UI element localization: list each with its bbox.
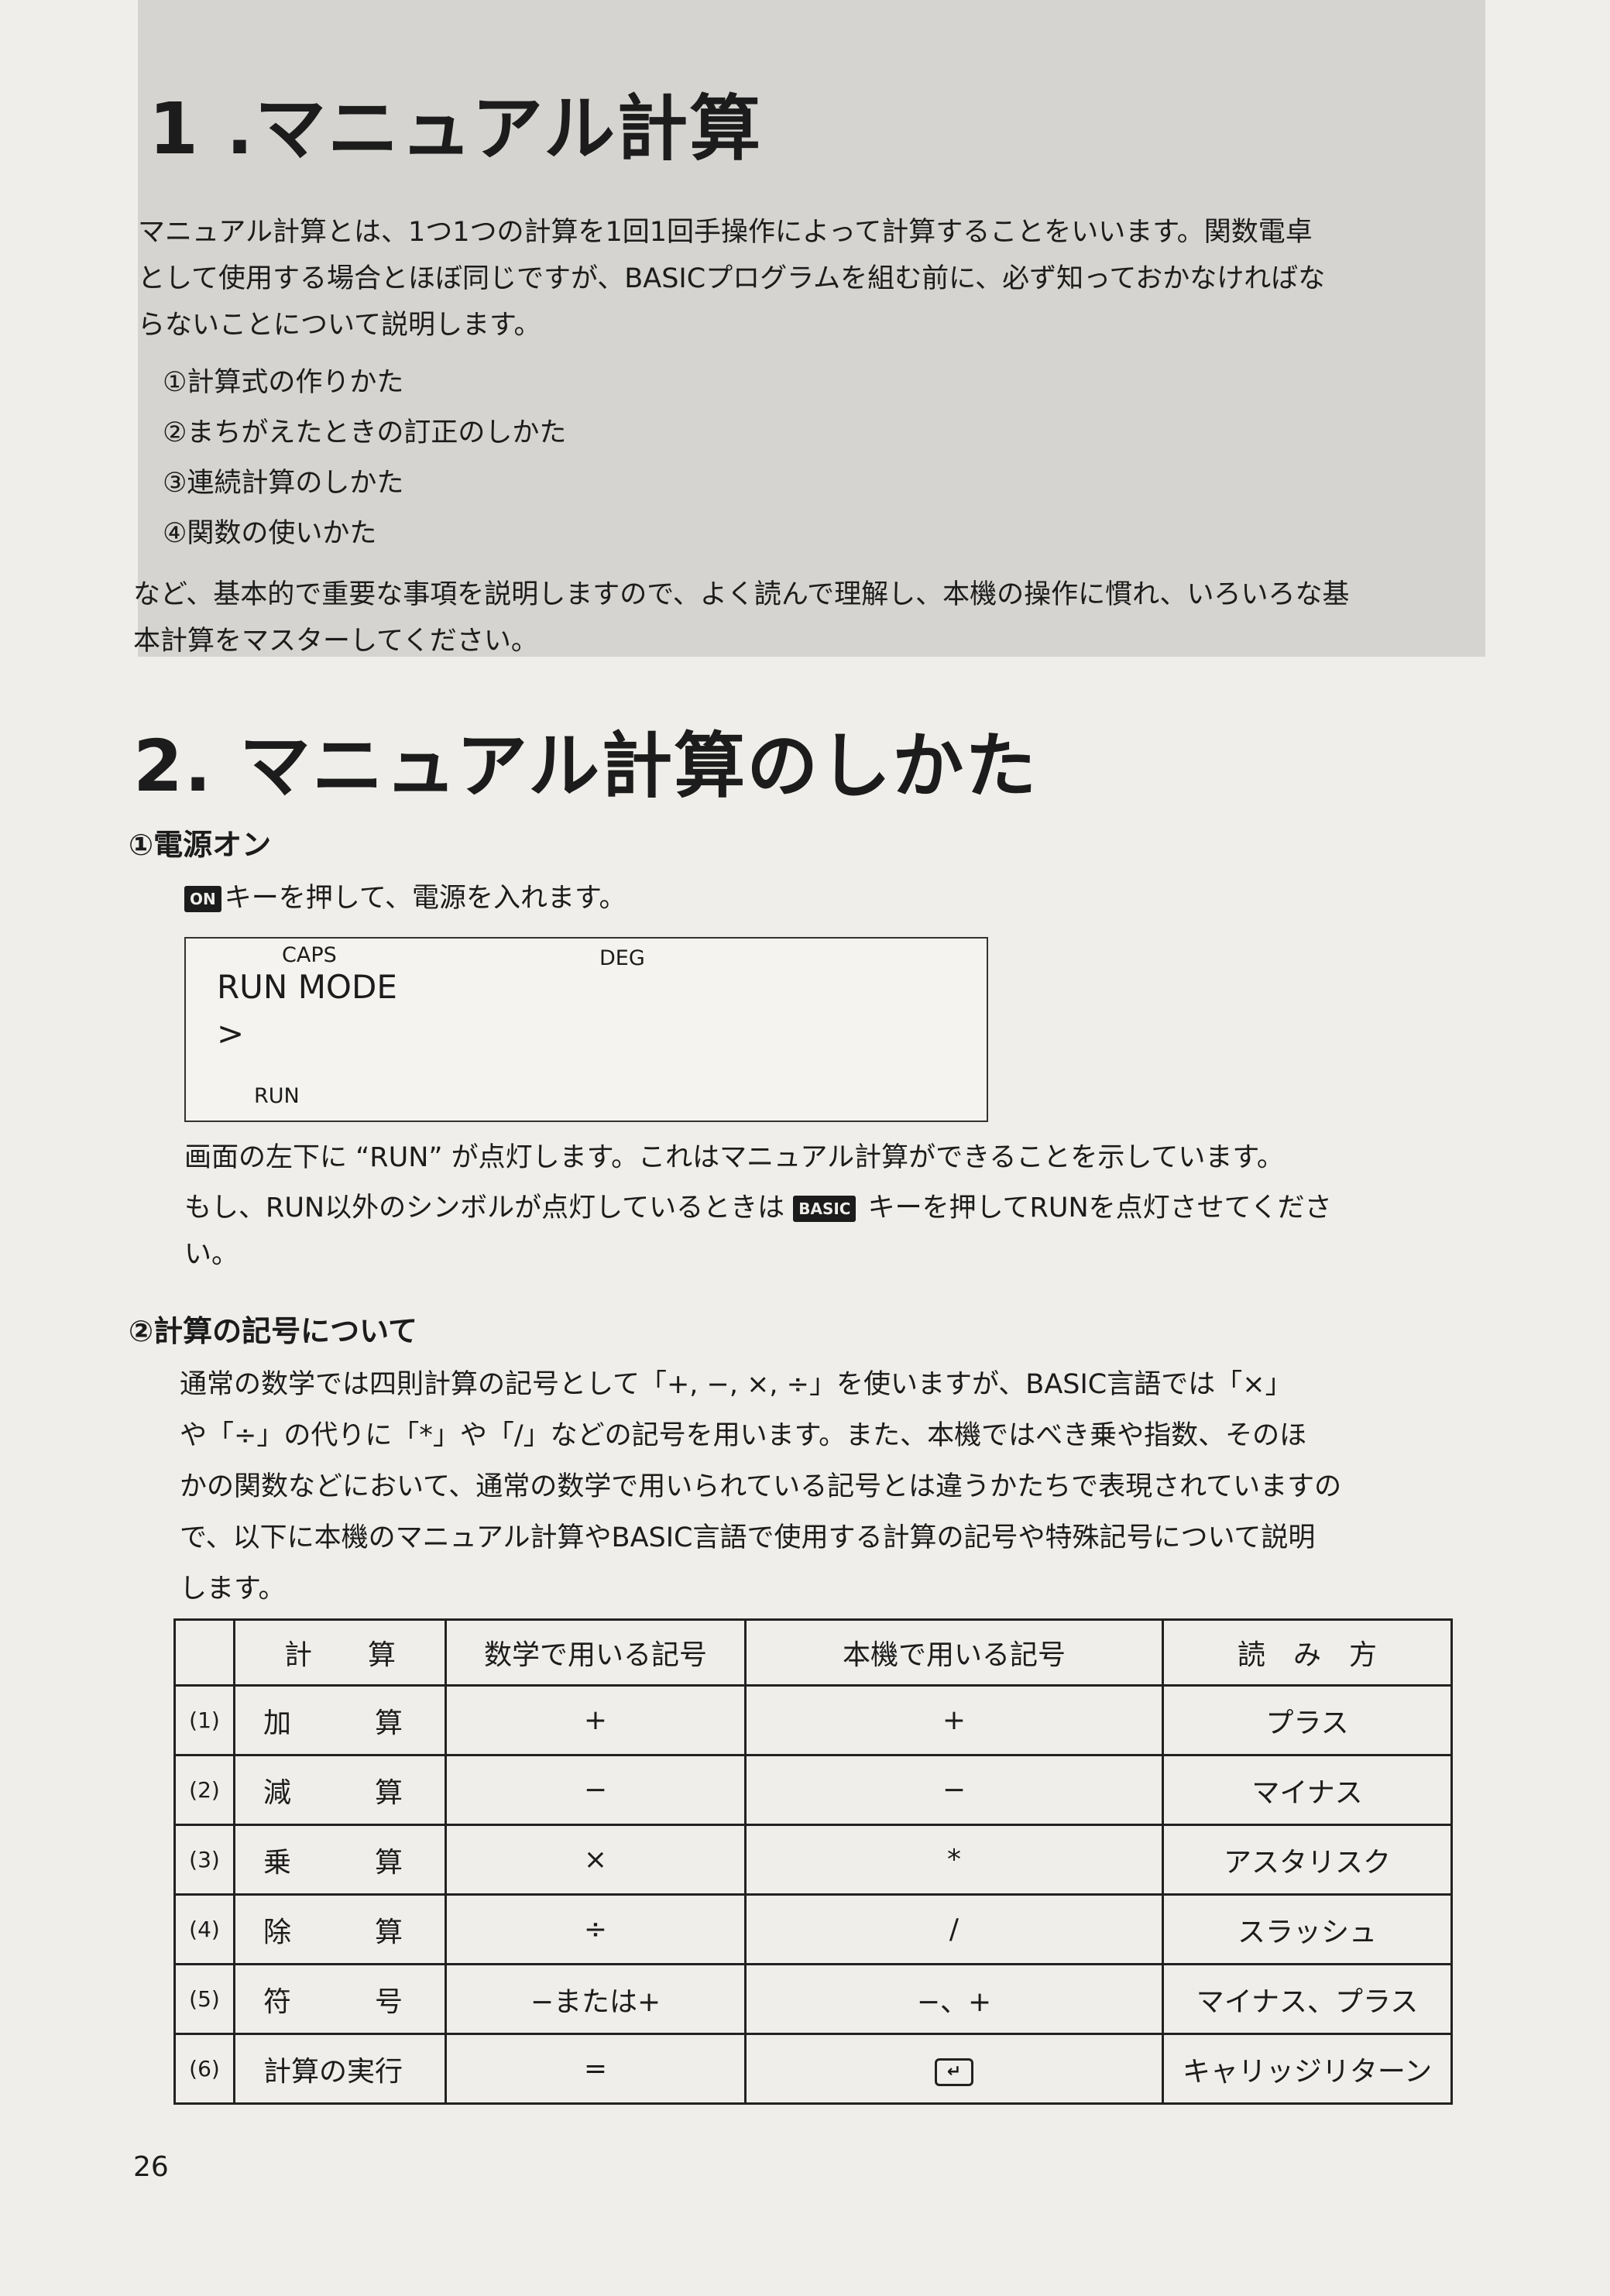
prompt-symbol: > <box>217 1014 245 1052</box>
intro-line: マニュアル計算とは、1つ1つの計算を1回1回手操作によって計算することをいいます… <box>138 217 1313 248</box>
calc-name: 加 算 <box>233 1684 447 1756</box>
calc-name: 符 号 <box>233 1963 447 2035</box>
section1-closing: など、基本的で重要な事項を説明しますので、よく読んで理解し、本機の操作に慣れ、い… <box>133 571 1349 664</box>
page-number: 26 <box>133 2151 169 2183</box>
section1-intro: マニュアル計算とは、1つ1つの計算を1回1回手操作によって計算することをいいます… <box>138 209 1478 348</box>
reading: マイナス <box>1162 1754 1453 1826</box>
power-on-instruction: ON キーを押して、電源を入れます。 <box>184 875 626 921</box>
symbols-heading: ②計算の記号について <box>129 1314 418 1348</box>
row-number: (1) <box>173 1684 235 1756</box>
row-number: (4) <box>173 1893 235 1965</box>
lcd-display: CAPS DEG RUN MODE > RUN <box>184 937 988 1122</box>
list-item: ④関数の使いかた <box>163 518 377 549</box>
body-line: や「÷」の代りに「*」や「/」などの記号を用います。また、本機ではべき乗や指数、… <box>180 1420 1307 1451</box>
after-text: もし、RUN以外のシンボルが点灯しているときは <box>184 1193 785 1224</box>
manual-page: 1 .マニュアル計算 マニュアル計算とは、1つ1つの計算を1回1回手操作によって… <box>0 0 1610 2296</box>
after-display-line: もし、RUN以外のシンボルが点灯しているときは BASIC キーを押してRUNを… <box>184 1185 1332 1231</box>
symbol-table: 計 算 数学で用いる記号 本機で用いる記号 読 み 方 (1) 加 算 + + … <box>173 1618 1453 2105</box>
run-indicator: RUN <box>254 1084 300 1108</box>
header-cell <box>173 1618 235 1687</box>
header-cell: 本機で用いる記号 <box>744 1618 1164 1687</box>
row-number: (5) <box>173 1963 235 2035</box>
return-key-icon: ↵ <box>935 2057 973 2086</box>
row-number: (3) <box>173 1824 235 1896</box>
intro-line: として使用する場合とほぼ同じですが、BASICプログラムを組む前に、必ず知ってお… <box>138 263 1326 294</box>
closing-line: 本計算をマスターしてください。 <box>133 626 538 657</box>
run-mode-text: RUN MODE <box>217 968 397 1006</box>
header-cell: 計 算 <box>233 1618 447 1687</box>
body-line: で、以下に本機のマニュアル計算やBASIC言語で使用する計算の記号や特殊記号につ… <box>180 1522 1316 1553</box>
reading: アスタリスク <box>1162 1824 1453 1896</box>
body-line: 通常の数学では四則計算の記号として「+, −, ×, ÷」を使いますが、BASI… <box>180 1369 1292 1400</box>
list-item: ③連続計算のしかた <box>163 468 404 499</box>
section1-title: 1 .マニュアル計算 <box>149 88 763 170</box>
math-symbol: = <box>445 2033 747 2105</box>
row-number: (6) <box>173 2033 235 2105</box>
header-cell: 数学で用いる記号 <box>445 1618 747 1687</box>
machine-symbol: ↵ <box>744 2033 1164 2105</box>
list-item: ②まちがえたときの訂正のしかた <box>163 417 567 448</box>
deg-indicator: DEG <box>599 946 645 970</box>
header-cell: 読 み 方 <box>1162 1618 1453 1687</box>
after-display-line: 画面の左下に “RUN” が点灯します。これはマニュアル計算ができることを示して… <box>184 1142 1284 1173</box>
reading: プラス <box>1162 1684 1453 1756</box>
reading: マイナス、プラス <box>1162 1963 1453 2035</box>
machine-symbol: + <box>744 1684 1164 1756</box>
table-row: (5) 符 号 −または+ −、+ マイナス、プラス <box>173 1963 1453 2035</box>
table-row: (4) 除 算 ÷ / スラッシュ <box>173 1893 1453 1965</box>
list-item: ①計算式の作りかた <box>163 367 404 398</box>
table-row: (6) 計算の実行 = ↵ キャリッジリターン <box>173 2033 1453 2105</box>
body-line: かの関数などにおいて、通常の数学で用いられている記号とは違うかたちで表現されてい… <box>180 1471 1342 1502</box>
row-number: (2) <box>173 1754 235 1826</box>
after-display-line: い。 <box>184 1239 239 1270</box>
basic-key-icon: BASIC <box>793 1196 856 1222</box>
math-symbol: −または+ <box>445 1963 747 2035</box>
power-on-text: キーを押して、電源を入れます。 <box>224 883 626 914</box>
after-text: キーを押してRUNを点灯させてくださ <box>867 1193 1332 1224</box>
math-symbol: ÷ <box>445 1893 747 1965</box>
on-key-icon: ON <box>184 886 221 912</box>
math-symbol: − <box>445 1754 747 1826</box>
machine-symbol: − <box>744 1754 1164 1826</box>
table-row: (1) 加 算 + + プラス <box>173 1684 1453 1756</box>
math-symbol: + <box>445 1684 747 1756</box>
calc-name: 除 算 <box>233 1893 447 1965</box>
machine-symbol: / <box>744 1893 1164 1965</box>
power-on-heading: ①電源オン <box>129 828 272 862</box>
body-line: します。 <box>180 1574 286 1604</box>
closing-line: など、基本的で重要な事項を説明しますので、よく読んで理解し、本機の操作に慣れ、い… <box>133 579 1350 610</box>
math-symbol: × <box>445 1824 747 1896</box>
topic-list: ①計算式の作りかた ②まちがえたときの訂正のしかた ③連続計算のしかた ④関数の… <box>163 358 566 559</box>
reading: スラッシュ <box>1162 1893 1453 1965</box>
calc-name: 乗 算 <box>233 1824 447 1896</box>
symbols-body: 通常の数学では四則計算の記号として「+, −, ×, ÷」を使いますが、BASI… <box>180 1359 1341 1615</box>
reading: キャリッジリターン <box>1162 2033 1453 2105</box>
section2-title: 2. マニュアル計算のしかた <box>133 725 1038 808</box>
table-row: (3) 乗 算 × * アスタリスク <box>173 1824 1453 1896</box>
table-row: (2) 減 算 − − マイナス <box>173 1754 1453 1826</box>
calc-name: 計算の実行 <box>233 2033 447 2105</box>
calc-name: 減 算 <box>233 1754 447 1826</box>
machine-symbol: −、+ <box>744 1963 1164 2035</box>
caps-indicator: CAPS <box>282 943 337 967</box>
machine-symbol: * <box>744 1824 1164 1896</box>
table-header-row: 計 算 数学で用いる記号 本機で用いる記号 読 み 方 <box>173 1618 1453 1687</box>
intro-line: らないことについて説明します。 <box>138 310 541 341</box>
